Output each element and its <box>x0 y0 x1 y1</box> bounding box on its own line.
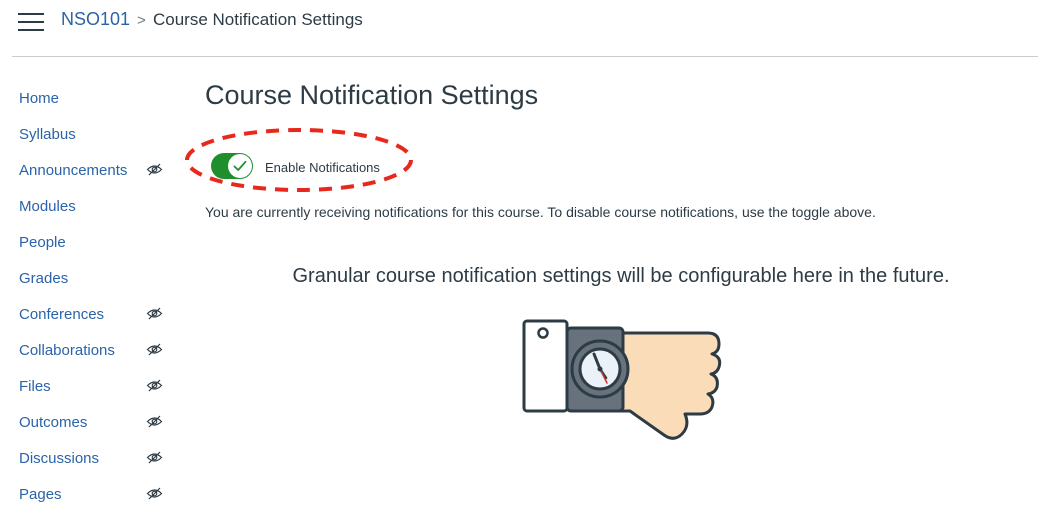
eye-slash-icon <box>146 415 163 428</box>
sidebar-item-modules: Modules <box>19 190 179 226</box>
breadcrumb-separator: > <box>137 12 146 29</box>
notification-status-text: You are currently receiving notification… <box>205 204 876 220</box>
breadcrumb-current-page: Course Notification Settings <box>153 10 363 29</box>
eye-slash-icon <box>146 343 163 356</box>
header-divider <box>12 56 1038 57</box>
app-header: NSO101 > Course Notification Settings <box>0 0 1048 57</box>
sidebar-item-home: Home <box>19 82 179 118</box>
sidebar-item-collaborations: Collaborations <box>19 334 179 370</box>
wristwatch-illustration <box>522 319 722 440</box>
eye-slash-icon <box>146 487 163 500</box>
eye-slash-icon <box>146 163 163 176</box>
eye-slash-icon <box>146 307 163 320</box>
page-title: Course Notification Settings <box>205 80 539 110</box>
hamburger-icon[interactable] <box>18 13 44 31</box>
sidebar-link-pages[interactable]: Pages <box>19 486 62 503</box>
checkmark-icon <box>233 160 247 171</box>
sidebar-link-home[interactable]: Home <box>19 90 59 107</box>
sidebar-link-files[interactable]: Files <box>19 378 51 395</box>
toggle-knob <box>228 154 252 178</box>
sidebar-item-people: People <box>19 226 179 262</box>
course-navigation: Home Syllabus Announcements Modules Peop… <box>19 82 179 514</box>
sidebar-item-discussions: Discussions <box>19 442 179 478</box>
sidebar-link-collaborations[interactable]: Collaborations <box>19 342 115 359</box>
sidebar-link-grades[interactable]: Grades <box>19 270 68 287</box>
sidebar-item-syllabus: Syllabus <box>19 118 179 154</box>
sidebar-link-outcomes[interactable]: Outcomes <box>19 414 87 431</box>
sidebar-link-people[interactable]: People <box>19 234 66 251</box>
eye-slash-icon <box>146 451 163 464</box>
enable-notifications-toggle[interactable] <box>211 153 253 179</box>
enable-notifications-label: Enable Notifications <box>265 160 380 175</box>
sidebar-item-pages: Pages <box>19 478 179 514</box>
sidebar-item-conferences: Conferences <box>19 298 179 334</box>
sidebar-link-discussions[interactable]: Discussions <box>19 450 99 467</box>
notification-toggle-row: Enable Notifications <box>185 120 417 192</box>
sidebar-item-announcements: Announcements <box>19 154 179 190</box>
sidebar-item-grades: Grades <box>19 262 179 298</box>
sidebar-item-outcomes: Outcomes <box>19 406 179 442</box>
eye-slash-icon <box>146 379 163 392</box>
sidebar-link-syllabus[interactable]: Syllabus <box>19 126 76 143</box>
sidebar-link-conferences[interactable]: Conferences <box>19 306 104 323</box>
sidebar-link-announcements[interactable]: Announcements <box>19 162 127 179</box>
breadcrumb-course-link[interactable]: NSO101 <box>61 9 130 30</box>
future-settings-message: Granular course notification settings wi… <box>292 265 950 287</box>
sidebar-link-modules[interactable]: Modules <box>19 198 76 215</box>
sidebar-item-files: Files <box>19 370 179 406</box>
